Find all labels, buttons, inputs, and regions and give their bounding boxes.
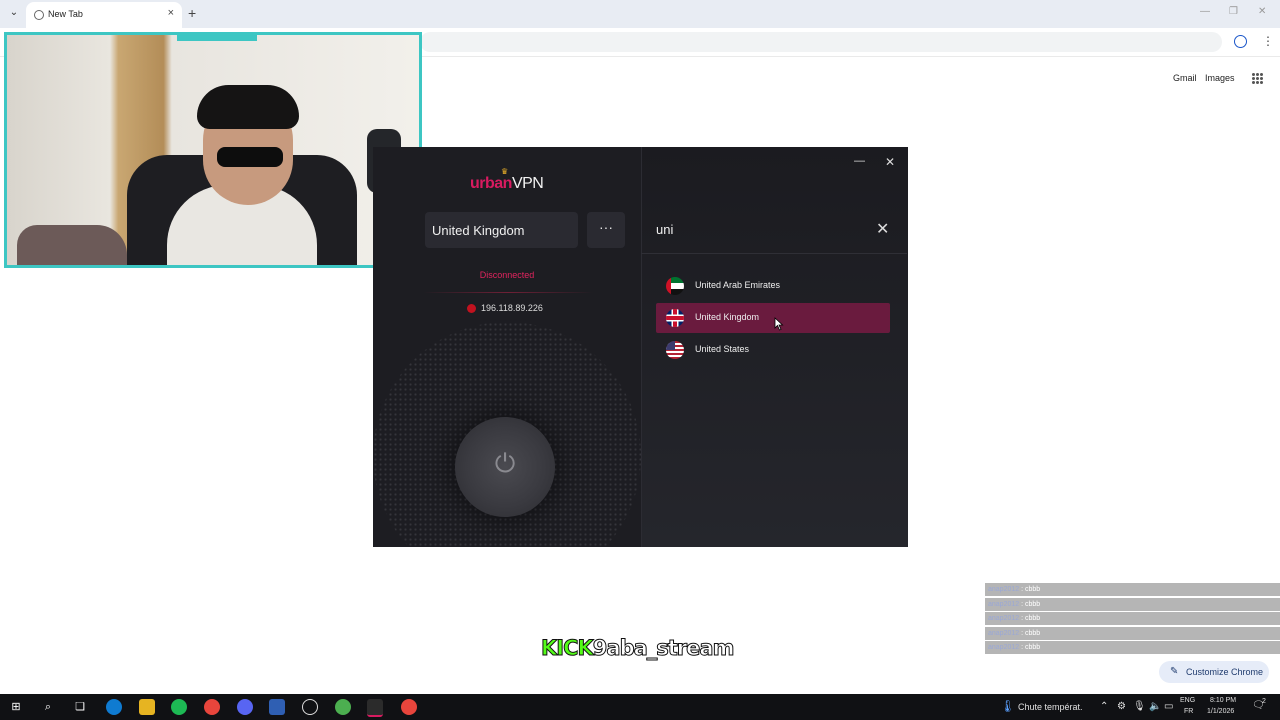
chat-message: anap2012 : cbbb	[985, 641, 1280, 654]
kick-stream-banner: KICK9aba_stream	[541, 636, 735, 661]
ip-address: 196.118.89.226	[481, 303, 543, 313]
windows-taskbar: ⊞ ⌕ ❏ 🌡 Chute températ. ⌃ ⚙ 🎙 🔈 ▭ ENG FR…	[0, 694, 1280, 720]
chrome-icon[interactable]	[204, 699, 220, 715]
task-view-icon[interactable]: ❏	[72, 699, 88, 715]
obs-icon[interactable]	[302, 699, 318, 715]
thermometer-icon[interactable]: 🌡	[1000, 699, 1015, 713]
address-bar[interactable]	[420, 32, 1222, 52]
clock-time[interactable]: 8:10 PM	[1210, 697, 1236, 704]
remote-desktop-icon[interactable]	[269, 699, 285, 715]
browser-tab-strip: ⌄ New Tab × + — ❐ ✕	[0, 0, 1280, 28]
new-tab-button[interactable]: +	[188, 5, 196, 21]
notification-count: 2	[1262, 698, 1266, 705]
chrome-profile-icon[interactable]	[335, 699, 351, 715]
clear-search-icon[interactable]: ✕	[876, 219, 889, 239]
lang-line2[interactable]: FR	[1184, 708, 1193, 715]
location-item-us[interactable]: United States	[656, 335, 890, 365]
location-item-label: United Kingdom	[695, 312, 760, 322]
stream-handle: 9aba_stream	[592, 636, 735, 661]
webcam-overlay	[4, 32, 422, 268]
morocco-flag-icon	[467, 304, 476, 313]
profile-icon[interactable]	[1234, 35, 1247, 48]
crown-icon: ♛	[501, 167, 509, 176]
location-item-uk[interactable]: United Kingdom	[656, 303, 890, 333]
images-link[interactable]: Images	[1205, 73, 1235, 83]
mouse-cursor-icon	[774, 317, 784, 331]
customize-chrome-button[interactable]: ✎ Customize Chrome	[1159, 661, 1269, 683]
vpn-minimize-icon[interactable]: —	[854, 155, 865, 167]
windows-start-icon[interactable]: ⊞	[8, 699, 24, 715]
chat-message: anap2012 : cbbb	[985, 597, 1280, 611]
chat-message: anap2012 : cbbb	[985, 626, 1280, 640]
microphone-icon[interactable]: 🎙	[1133, 701, 1146, 712]
weather-label[interactable]: Chute températ.	[1018, 702, 1083, 712]
location-item-label: United Arab Emirates	[695, 280, 781, 290]
urban-vpn-window: urbanVPN ♛ United Kingdom ··· Disconnect…	[373, 147, 908, 547]
vpn-main-panel: urbanVPN ♛ United Kingdom ··· Disconnect…	[373, 147, 641, 547]
uae-flag-icon	[666, 277, 684, 295]
file-explorer-icon[interactable]	[139, 699, 155, 715]
chrome-menu-icon[interactable]: ⋮	[1262, 34, 1274, 48]
edge-icon[interactable]	[106, 699, 122, 715]
location-item-uae[interactable]: United Arab Emirates	[656, 271, 890, 301]
urban-vpn-taskbar-icon[interactable]	[367, 699, 383, 717]
uk-flag-icon	[666, 309, 684, 327]
kick-logo: KICK	[541, 636, 595, 661]
chevron-up-icon[interactable]: ⌃	[1100, 701, 1108, 712]
spotify-icon[interactable]	[171, 699, 187, 715]
location-search-input[interactable]: uni	[656, 222, 673, 237]
tab-new-tab[interactable]: New Tab ×	[26, 2, 182, 28]
window-close-icon[interactable]: ✕	[1258, 6, 1266, 17]
gmail-link[interactable]: Gmail	[1173, 73, 1197, 83]
pencil-icon: ✎	[1170, 666, 1179, 677]
volume-icon[interactable]: 🔈	[1149, 701, 1161, 712]
network-icon[interactable]: ⚙	[1117, 701, 1126, 712]
search-icon[interactable]: ⌕	[40, 699, 56, 715]
connection-status: Disconnected	[479, 270, 535, 280]
urban-vpn-logo: urbanVPN	[470, 175, 544, 192]
chat-message: anap2012 : cbbb	[985, 583, 1280, 596]
power-icon: ⏻	[494, 448, 516, 478]
tab-title: New Tab	[48, 9, 83, 19]
chrome-favicon-icon	[34, 10, 44, 20]
location-item-label: United States	[695, 344, 750, 354]
clock-date[interactable]: 1/1/2026	[1207, 708, 1234, 715]
tab-close-icon[interactable]: ×	[168, 7, 174, 19]
chrome-window-icon[interactable]	[401, 699, 417, 715]
google-apps-icon[interactable]	[1252, 73, 1263, 84]
us-flag-icon	[666, 341, 684, 359]
selected-location-label: United Kingdom	[432, 223, 525, 238]
tab-search-chevron-icon[interactable]: ⌄	[6, 7, 22, 21]
status-divider	[423, 292, 593, 293]
sunglasses	[217, 147, 283, 167]
power-button[interactable]: ⏻	[455, 417, 555, 517]
chat-message: anap2012 : cbbb	[985, 612, 1280, 625]
window-restore-icon[interactable]: ❐	[1229, 6, 1238, 17]
more-options-button[interactable]: ···	[587, 212, 625, 248]
customize-chrome-label: Customize Chrome	[1186, 667, 1264, 677]
stream-chat-overlay: anap2012 : cbbb anap2012 : cbbb anap2012…	[985, 583, 1280, 655]
display-icon[interactable]: ▭	[1164, 701, 1173, 712]
search-underline	[641, 253, 907, 254]
vpn-close-icon[interactable]: ✕	[885, 155, 895, 169]
discord-icon[interactable]	[237, 699, 253, 715]
lang-line1[interactable]: ENG	[1180, 697, 1195, 704]
window-minimize-icon[interactable]: —	[1200, 6, 1210, 17]
